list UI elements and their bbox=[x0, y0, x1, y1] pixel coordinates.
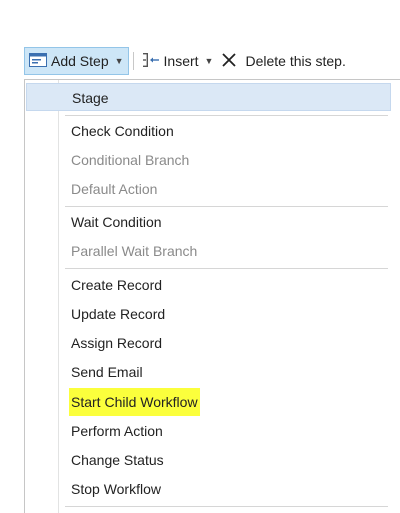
menu-item-wait-condition[interactable]: Wait Condition bbox=[26, 208, 391, 236]
menu-separator bbox=[65, 115, 388, 116]
chevron-down-icon: ▼ bbox=[114, 56, 124, 66]
insert-button[interactable]: Insert ▼ bbox=[138, 47, 218, 75]
menu-item-label: Assign Record bbox=[71, 335, 163, 351]
menu-separator bbox=[65, 206, 388, 207]
add-step-dropdown-menu: Stage Check Condition Conditional Branch… bbox=[24, 79, 400, 513]
menu-item-start-child-workflow[interactable]: Start Child Workflow bbox=[26, 388, 391, 416]
delete-step-button[interactable]: Delete this step. bbox=[217, 47, 349, 75]
menu-item-default-action: Default Action bbox=[26, 175, 391, 203]
menu-separator bbox=[65, 506, 388, 507]
insert-icon bbox=[142, 52, 160, 71]
menu-item-label: Send Email bbox=[71, 364, 143, 380]
menu-item-send-email[interactable]: Send Email bbox=[26, 358, 391, 386]
menu-item-conditional-branch: Conditional Branch bbox=[26, 146, 391, 174]
workflow-editor: Add Step ▼ Insert ▼ Delete this step. St… bbox=[0, 0, 400, 513]
menu-item-perform-action[interactable]: Perform Action bbox=[26, 417, 391, 445]
menu-item-label: Perform Action bbox=[71, 423, 163, 439]
chevron-down-icon: ▼ bbox=[204, 56, 214, 66]
menu-item-label: Stage bbox=[72, 90, 109, 106]
menu-item-label: Create Record bbox=[71, 277, 163, 293]
add-step-label: Add Step bbox=[51, 53, 109, 69]
menu-separator bbox=[65, 268, 388, 269]
menu-item-create-record[interactable]: Create Record bbox=[26, 271, 391, 299]
menu-item-label: Parallel Wait Branch bbox=[71, 243, 198, 259]
menu-item-stop-workflow[interactable]: Stop Workflow bbox=[26, 475, 391, 503]
toolbar-divider bbox=[132, 52, 134, 70]
menu-item-assign-record[interactable]: Assign Record bbox=[26, 329, 391, 357]
menu-item-label: Stop Workflow bbox=[71, 481, 161, 497]
menu-item-check-condition[interactable]: Check Condition bbox=[26, 117, 391, 145]
menu-item-label: Wait Condition bbox=[71, 214, 162, 230]
menu-item-stage[interactable]: Stage bbox=[26, 83, 391, 111]
menu-item-label: Change Status bbox=[71, 452, 164, 468]
menu-item-parallel-wait-branch: Parallel Wait Branch bbox=[26, 237, 391, 265]
menu-item-update-record[interactable]: Update Record bbox=[26, 300, 391, 328]
insert-label: Insert bbox=[163, 53, 199, 69]
menu-item-label: Start Child Workflow bbox=[69, 388, 200, 416]
menu-item-change-status[interactable]: Change Status bbox=[26, 446, 391, 474]
add-step-icon bbox=[29, 52, 47, 70]
delete-label: Delete this step. bbox=[245, 53, 346, 69]
menu-item-label: Update Record bbox=[71, 306, 166, 322]
menu-item-label: Default Action bbox=[71, 181, 158, 197]
menu-item-label: Conditional Branch bbox=[71, 152, 190, 168]
menu-item-label: Check Condition bbox=[71, 123, 174, 139]
add-step-button[interactable]: Add Step ▼ bbox=[24, 47, 129, 75]
close-icon bbox=[221, 52, 237, 71]
toolbar: Add Step ▼ Insert ▼ Delete this step. bbox=[24, 45, 400, 77]
